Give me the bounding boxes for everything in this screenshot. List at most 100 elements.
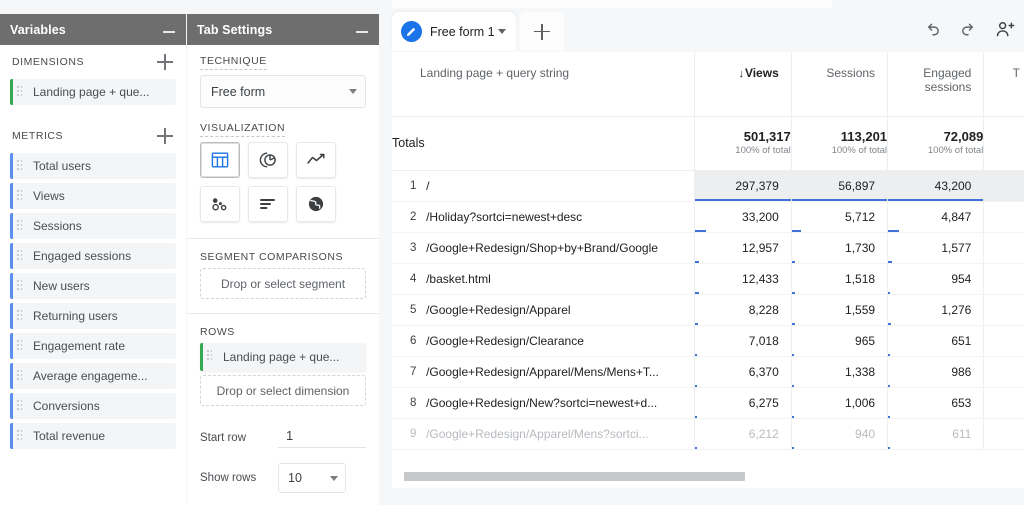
drag-handle-icon[interactable] <box>17 340 22 352</box>
show-rows-label: Show rows <box>200 472 257 484</box>
free-form-report: Landing page + query string ↓Views Sessi… <box>392 52 1024 488</box>
tab-free-form-1[interactable]: Free form 1 <box>392 12 516 51</box>
table-row[interactable]: 1/297,379 56,897 43,200 <box>392 170 1024 202</box>
header-metric-truncated[interactable]: T <box>983 52 1024 117</box>
share-add-user-icon[interactable] <box>995 20 1016 44</box>
table-row[interactable]: 4/basket.html 12,433 1,518 954 <box>392 263 1024 295</box>
horizontal-scrollbar[interactable] <box>404 471 1024 482</box>
row-dimension-value[interactable]: /Google+Redesign/Clearance <box>426 325 695 357</box>
metric-chip[interactable]: Total revenue <box>10 423 176 449</box>
row-index: 2 <box>392 201 427 233</box>
row-metric-value: 1,276 <box>887 294 984 326</box>
horizontal-scrollbar-thumb[interactable] <box>404 472 745 481</box>
row-metric-value: 8,228 <box>694 294 792 326</box>
visualization-label-wrap: VISUALIZATION <box>200 122 366 137</box>
table-row[interactable]: 2/Holiday?sortci=newest+desc 33,200 5,712 4… <box>392 201 1024 233</box>
dimension-chip[interactable]: Landing page + que... <box>10 79 176 105</box>
metric-chip-label: Average engageme... <box>33 369 148 383</box>
rows-dimension-chip[interactable]: Landing page + que... <box>200 343 366 371</box>
metric-chip[interactable]: Total users <box>10 153 176 179</box>
sort-descending-icon: ↓ <box>738 68 744 80</box>
chevron-down-icon <box>349 89 357 94</box>
row-metric-value: 56,897 <box>790 170 888 202</box>
table-row[interactable]: 8/Google+Redesign/New?sortci=newest+d...… <box>392 387 1024 419</box>
chevron-down-icon[interactable] <box>498 29 506 34</box>
drag-handle-icon[interactable] <box>207 350 212 362</box>
table-row[interactable]: 5/Google+Redesign/Apparel 8,228 1,559 1,276 <box>392 294 1024 326</box>
metric-chip[interactable]: Average engageme... <box>10 363 176 389</box>
visualization-picker <box>200 142 366 222</box>
row-metric-value: 1,006 <box>790 387 888 419</box>
header-metric-engaged-sessions[interactable]: Engaged sessions <box>887 52 984 117</box>
drag-handle-icon[interactable] <box>17 86 22 98</box>
row-index: 1 <box>392 170 427 202</box>
minimize-icon[interactable] <box>355 23 369 36</box>
row-metric-value: 611 <box>887 418 984 450</box>
metric-chip[interactable]: Conversions <box>10 393 176 419</box>
metric-chip[interactable]: Returning users <box>10 303 176 329</box>
line-chart-viz-icon[interactable] <box>296 142 336 178</box>
row-dimension-value[interactable]: /Google+Redesign/Apparel/Mens?sortci... <box>426 418 695 450</box>
row-dimension-value[interactable]: /basket.html <box>426 263 695 295</box>
table-viz-icon[interactable] <box>200 142 240 178</box>
variables-scroll-area[interactable]: DIMENSIONS Landing page + que... METRICS… <box>0 45 186 501</box>
row-metric-truncated <box>983 387 1024 419</box>
add-tab-button[interactable] <box>520 12 564 51</box>
bar-chart-viz-icon[interactable] <box>248 186 288 222</box>
table-row[interactable]: 6/Google+Redesign/Clearance 7,018 965 651 <box>392 325 1024 357</box>
row-metric-truncated <box>983 418 1024 450</box>
drag-handle-icon[interactable] <box>17 310 22 322</box>
undo-icon[interactable] <box>923 20 942 44</box>
drag-handle-icon[interactable] <box>17 280 22 292</box>
row-dimension-value[interactable]: /Google+Redesign/Apparel <box>426 294 695 326</box>
add-metric-plus-icon[interactable] <box>156 127 174 145</box>
header-metric-views[interactable]: ↓Views <box>694 52 792 117</box>
drag-handle-icon[interactable] <box>17 370 22 382</box>
row-dimension-value[interactable]: /Holiday?sortci=newest+desc <box>426 201 695 233</box>
metric-chip-label: New users <box>33 279 90 293</box>
redo-icon[interactable] <box>959 20 978 44</box>
metric-chip[interactable]: Views <box>10 183 176 209</box>
row-dimension-value[interactable]: / <box>426 170 695 202</box>
row-dimension-value[interactable]: /Google+Redesign/Apparel/Mens/Mens+T... <box>426 356 695 388</box>
row-metric-value: 7,018 <box>694 325 792 357</box>
drag-handle-icon[interactable] <box>17 400 22 412</box>
tab-settings-panel-header: Tab Settings <box>187 14 379 45</box>
row-index: 9 <box>392 418 427 450</box>
row-metric-value: 1,559 <box>790 294 888 326</box>
row-metric-value: 651 <box>887 325 984 357</box>
metric-chip[interactable]: Engagement rate <box>10 333 176 359</box>
scatter-plot-viz-icon[interactable] <box>200 186 240 222</box>
metric-chip[interactable]: Sessions <box>10 213 176 239</box>
table-row[interactable]: 3/Google+Redesign/Shop+by+Brand/Google 12… <box>392 232 1024 264</box>
drag-handle-icon[interactable] <box>17 190 22 202</box>
metric-chip[interactable]: New users <box>10 273 176 299</box>
segment-dropzone[interactable]: Drop or select segment <box>200 268 366 299</box>
donut-chart-viz-icon[interactable] <box>248 142 288 178</box>
drag-handle-icon[interactable] <box>17 250 22 262</box>
exploration-table: Landing page + query string ↓Views Sessi… <box>392 52 1024 450</box>
variables-panel-header: Variables <box>0 14 186 45</box>
drag-handle-icon[interactable] <box>17 220 22 232</box>
row-dimension-value[interactable]: /Google+Redesign/New?sortci=newest+d... <box>426 387 695 419</box>
geo-map-viz-icon[interactable] <box>296 186 336 222</box>
drag-handle-icon[interactable] <box>17 430 22 442</box>
show-rows-select[interactable]: 10 <box>278 463 346 493</box>
header-metric-sessions[interactable]: Sessions <box>790 52 888 117</box>
drag-handle-icon[interactable] <box>17 160 22 172</box>
metric-chip[interactable]: Engaged sessions <box>10 243 176 269</box>
technique-select[interactable]: Free form <box>200 75 366 108</box>
start-row-input[interactable]: 1 <box>278 428 366 448</box>
minimize-icon[interactable] <box>162 23 176 36</box>
rows-dropzone[interactable]: Drop or select dimension <box>200 375 366 406</box>
table-row[interactable]: 9/Google+Redesign/Apparel/Mens?sortci...… <box>392 418 1024 450</box>
table-row[interactable]: 7/Google+Redesign/Apparel/Mens/Mens+T...… <box>392 356 1024 388</box>
header-dimension[interactable]: Landing page + query string <box>392 52 695 117</box>
report-canvas: Free form 1 Landing page + query string … <box>380 8 1024 505</box>
canvas-toolbar <box>923 20 1016 44</box>
row-metric-truncated <box>983 325 1024 357</box>
add-dimension-plus-icon[interactable] <box>156 53 174 71</box>
row-dimension-value[interactable]: /Google+Redesign/Shop+by+Brand/Google <box>426 232 695 264</box>
cell-value-bar <box>791 446 794 449</box>
ga4-exploration-app: Variables DIMENSIONS Landing page + que.… <box>0 0 1024 505</box>
